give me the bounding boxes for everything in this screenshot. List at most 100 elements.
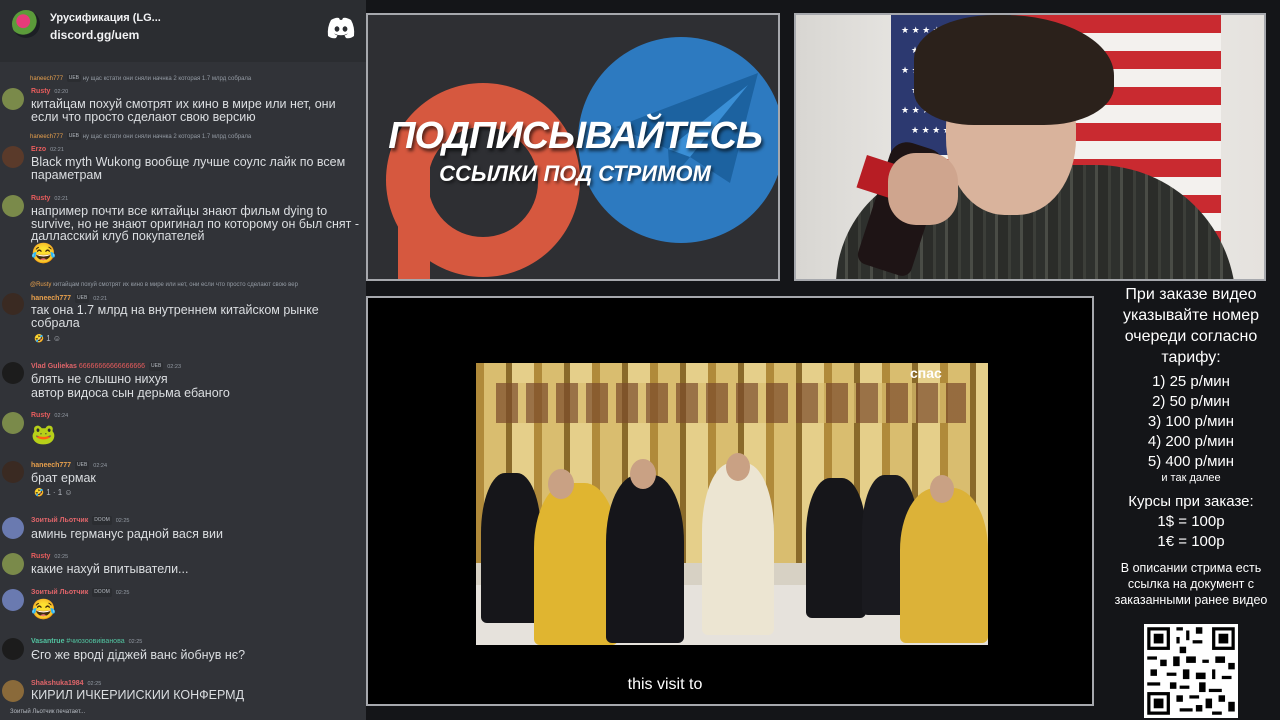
typing-indicator: Зоитый Льотчик печатает...: [10, 709, 86, 715]
icon-row: [496, 383, 966, 423]
username[interactable]: Erzo: [31, 146, 46, 153]
avatar[interactable]: [2, 638, 24, 660]
username[interactable]: haneech777: [31, 462, 71, 469]
message-text: так она 1.7 млрд на внутреннем китайском…: [31, 303, 319, 330]
tariff-item: 4) 200 р/мин: [1147, 433, 1235, 450]
message-text: китайцам похуй смотрят их кино в мире ил…: [31, 97, 336, 124]
order-info-panel: При заказе видео указывайте номер очеред…: [1100, 284, 1280, 720]
badge: UEB: [75, 461, 90, 470]
badge: DOOM: [92, 588, 112, 597]
timestamp: 02:25: [54, 554, 69, 560]
document-note: В описании стрима есть ссылка на докумен…: [1114, 561, 1268, 607]
message-text: Єго же вроді діджей ванс йобнув нє?: [31, 648, 246, 662]
avatar[interactable]: [2, 517, 24, 539]
username[interactable]: haneech777: [31, 295, 71, 302]
username[interactable]: Зоитый Льотчик: [31, 517, 88, 524]
avatar[interactable]: [2, 88, 24, 110]
avatar[interactable]: [2, 146, 24, 168]
username-suffix: 66666666666666666: [78, 363, 146, 370]
reply-preview[interactable]: haneech777 UEB ну щас кстати они сняли н…: [30, 132, 251, 140]
rate-item: 1€ = 100р: [1157, 533, 1225, 550]
emoji: 😂: [31, 243, 56, 265]
video-player[interactable]: спас this visit to: [366, 296, 1094, 706]
chat-header: Урусификация (LG... discord.gg/uem: [0, 0, 366, 62]
bishop-figure: [806, 478, 866, 618]
badge: UEB: [75, 294, 90, 303]
reply-preview[interactable]: @Rusty китайцам похуй смотрят их кино в …: [30, 281, 298, 289]
tariff-item: 5) 400 р/мин: [1147, 453, 1235, 470]
reply-author: haneech777: [30, 76, 64, 82]
avatar[interactable]: [2, 589, 24, 611]
badge: UEB: [66, 132, 81, 140]
timestamp: 02:25: [128, 639, 143, 645]
rate-item: 1$ = 100р: [1157, 513, 1225, 530]
patriarch-figure: [702, 463, 774, 635]
reaction-count: 1: [46, 334, 51, 343]
timestamp: 02:23: [167, 364, 182, 370]
username-suffix: #чиозоовиіванова: [66, 638, 125, 645]
face: [548, 469, 574, 499]
username[interactable]: Зоитый Льотчик: [31, 589, 88, 596]
timestamp: 02:21: [54, 196, 69, 202]
message-text: автор видоса сын дерьма ебаного: [31, 386, 230, 400]
timestamp: 02:24: [54, 413, 69, 419]
video-subtitle: this visit to: [627, 676, 703, 693]
tariff-more: и так далее: [1161, 472, 1221, 484]
timestamp: 02:21: [93, 296, 108, 302]
reactions[interactable]: 🤣 1 · 1 ☺: [34, 488, 73, 497]
reaction-count: 1 · 1: [46, 488, 63, 497]
avatar[interactable]: [2, 412, 24, 434]
reply-author: @Rusty: [30, 282, 52, 288]
face: [930, 475, 954, 503]
badge: UEB: [149, 362, 164, 371]
badge: UEB: [66, 74, 81, 82]
priest-figure: [900, 488, 988, 643]
message-text: брат ермак: [31, 471, 96, 485]
discord-chat-overlay: Урусификация (LG... discord.gg/uem hanee…: [0, 0, 366, 720]
message-text: блять не слышно нихуя: [31, 372, 168, 386]
priest-figure: [481, 473, 541, 623]
server-icon: [12, 10, 40, 38]
face: [726, 453, 750, 481]
message-text: аминь германус радной вася вии: [31, 527, 223, 541]
username[interactable]: Rusty: [31, 553, 50, 560]
avatar[interactable]: [2, 362, 24, 384]
qr-code-icon: [1144, 624, 1238, 718]
server-name: Урусификация (LG...: [50, 12, 161, 24]
video-frame: спас: [476, 363, 988, 645]
avatar[interactable]: [2, 553, 24, 575]
rates-title: Курсы при заказе:: [1128, 493, 1254, 510]
streamer-hand: [888, 153, 958, 225]
timestamp: 02:25: [115, 518, 130, 524]
username[interactable]: Rusty: [31, 195, 50, 202]
promo-subtitle: ССЫЛКИ ПОД СТРИМОМ: [439, 161, 711, 186]
channel-watermark: спас: [910, 365, 942, 381]
stream-layout: Урусификация (LG... discord.gg/uem hanee…: [0, 0, 1280, 720]
avatar[interactable]: [2, 461, 24, 483]
timestamp: 02:24: [93, 463, 108, 469]
username[interactable]: Shakshuka1984: [31, 680, 84, 687]
subscribe-banner: ПОДПИСЫВАЙТЕСЬ ССЫЛКИ ПОД СТРИМОМ: [366, 13, 780, 281]
timestamp: 02:25: [87, 681, 102, 687]
discord-icon: [327, 17, 355, 39]
emoji: 😂: [31, 599, 56, 621]
order-note: При заказе видео указывайте номер очеред…: [1122, 286, 1260, 366]
avatar[interactable]: [2, 680, 24, 702]
promo-title: ПОДПИСЫВАЙТЕСЬ: [388, 115, 763, 157]
avatar[interactable]: [2, 195, 24, 217]
timestamp: 02:21: [50, 147, 64, 153]
username[interactable]: Vlad Guliekas: [31, 363, 77, 370]
reactions[interactable]: 🤣 1 ☺: [34, 334, 61, 343]
timestamp: 02:20: [54, 89, 69, 95]
username[interactable]: Rusty: [31, 412, 50, 419]
avatar[interactable]: [2, 293, 24, 315]
reply-preview[interactable]: haneech777 UEB ну щас кстати они сняли н…: [30, 74, 251, 82]
rates-list: 1$ = 100р 1€ = 100р: [1100, 512, 1280, 552]
emoji: 🐸: [31, 424, 56, 446]
tariff-list: 1) 25 р/мин 2) 50 р/мин 3) 100 р/мин 4) …: [1100, 372, 1280, 484]
webcam-feed: ★ ★ ★ ★★ ★ ★ ★ ★ ★ ★ ★★ ★ ★ ★ ★ ★ ★ ★★ ★…: [794, 13, 1266, 281]
message-text: Black myth Wukong вообще лучше соулс лай…: [31, 155, 346, 182]
username[interactable]: Vasantrue: [31, 638, 64, 645]
username[interactable]: Rusty: [31, 88, 50, 95]
server-invite-link[interactable]: discord.gg/uem: [50, 28, 139, 42]
